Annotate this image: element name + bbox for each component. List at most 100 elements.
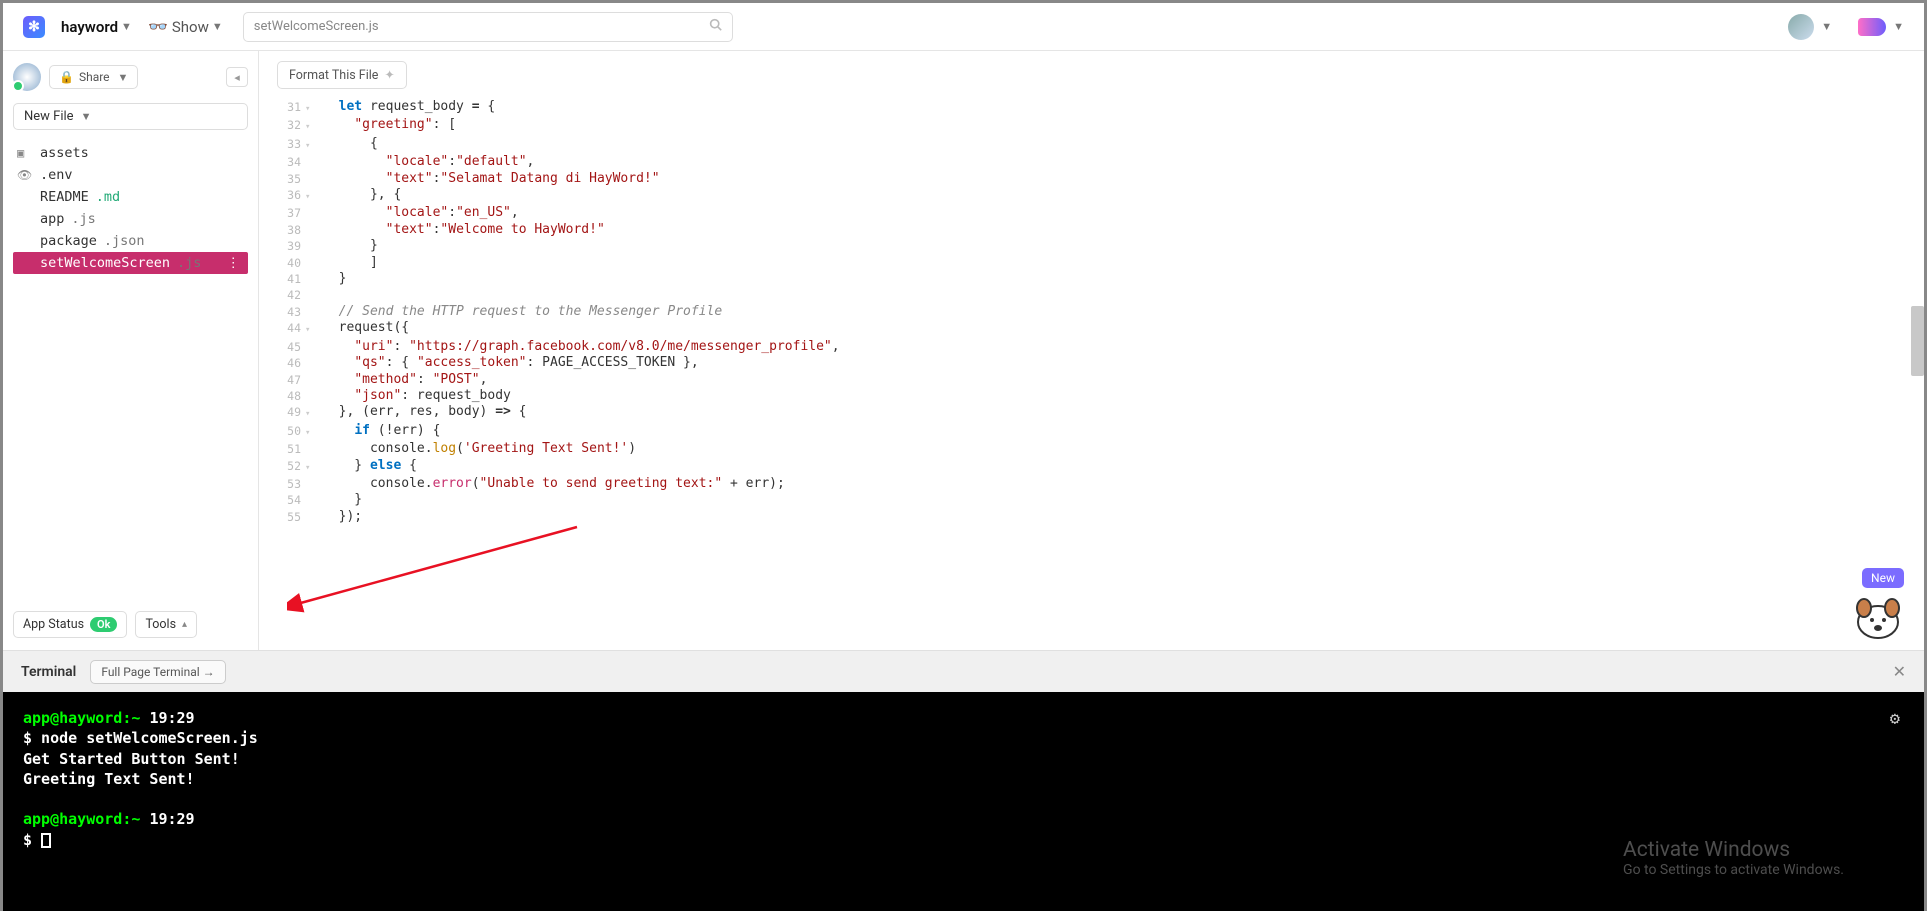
file-item-package-json[interactable]: package.json (13, 230, 248, 252)
scrollbar-thumb[interactable] (1911, 306, 1924, 376)
code-line: 37 "locale":"en_US", (263, 205, 1924, 221)
fold-icon (305, 509, 317, 525)
code-line: 44▾ request({ (263, 320, 1924, 338)
search-value: setWelcomeScreen.js (254, 19, 709, 34)
fold-icon[interactable]: ▾ (305, 187, 317, 205)
glitch-fish-menu[interactable]: ▼ (1858, 18, 1904, 36)
terminal-line: app@hayword:~ 19:29 (23, 809, 1904, 829)
line-number: 41 (263, 271, 305, 287)
status-ok-badge: Ok (90, 617, 117, 632)
tools-button[interactable]: Tools ▴ (135, 611, 197, 638)
fold-icon (305, 339, 317, 355)
fold-icon[interactable]: ▾ (305, 136, 317, 154)
new-badge[interactable]: New (1862, 568, 1904, 588)
file-ext: .js (177, 255, 201, 271)
fold-icon (305, 492, 317, 508)
code-line: 47 "method": "POST", (263, 372, 1924, 388)
avatar-icon (1788, 14, 1814, 40)
code-line: 53 console.error("Unable to send greetin… (263, 476, 1924, 492)
file-item--env[interactable]: 👁.env (13, 164, 248, 186)
code-text: "text":"Welcome to HayWord!" (317, 222, 605, 238)
fold-icon[interactable]: ▾ (305, 404, 317, 422)
terminal-line: Get Started Button Sent! (23, 749, 1904, 769)
share-button[interactable]: 🔒 Share ▼ (49, 65, 138, 89)
app-status-button[interactable]: App Status Ok (13, 611, 127, 638)
terminal-header: Terminal Full Page Terminal → ✕ (3, 650, 1924, 692)
code-text: } (317, 492, 362, 508)
collapse-sidebar-button[interactable]: ◂ (226, 67, 248, 87)
close-terminal-button[interactable]: ✕ (1893, 662, 1906, 681)
code-text: ] (317, 255, 378, 271)
fold-icon (305, 171, 317, 187)
code-editor[interactable]: 31▾ let request_body = {32▾ "greeting": … (259, 99, 1924, 650)
project-avatar[interactable] (13, 63, 41, 91)
project-name: hayword (61, 18, 118, 36)
fold-icon (305, 154, 317, 170)
mascot-icon[interactable] (1850, 588, 1906, 644)
project-selector[interactable]: hayword ▼ (61, 18, 132, 36)
file-name: setWelcomeScreen (40, 255, 170, 271)
code-text: console.error("Unable to send greeting t… (317, 476, 785, 492)
fold-icon (305, 287, 317, 303)
terminal-line (23, 789, 1904, 809)
code-line: 42 (263, 287, 1924, 303)
code-text: } (317, 271, 346, 287)
terminal[interactable]: ⚙ app@hayword:~ 19:29$ node setWelcomeSc… (3, 692, 1924, 911)
code-line: 41 } (263, 271, 1924, 287)
code-line: 34 "locale":"default", (263, 154, 1924, 170)
sunglasses-icon: 👓 (148, 17, 168, 36)
user-avatar-menu[interactable]: ▼ (1788, 14, 1832, 40)
folder-icon: ▣ (17, 146, 33, 160)
show-button[interactable]: 👓 Show ▼ (148, 17, 223, 36)
fold-icon (305, 222, 317, 238)
line-number: 43 (263, 304, 305, 320)
glitch-logo-icon[interactable]: ✻ (23, 16, 45, 38)
file-menu-icon[interactable]: ⋮ (227, 255, 245, 271)
fold-icon[interactable]: ▾ (305, 99, 317, 117)
watermark-title: Activate Windows (1623, 838, 1844, 862)
format-file-button[interactable]: Format This File ✦ (277, 61, 407, 89)
terminal-title: Terminal (21, 664, 76, 680)
terminal-line: Greeting Text Sent! (23, 769, 1904, 789)
search-icon (709, 18, 722, 35)
file-name: app (40, 211, 64, 227)
eye-icon: 👁 (17, 168, 33, 182)
line-number: 37 (263, 205, 305, 221)
chevron-down-icon: ▼ (1893, 20, 1904, 33)
file-item-assets[interactable]: ▣assets (13, 142, 248, 164)
fold-icon[interactable]: ▾ (305, 458, 317, 476)
code-text: }, { (317, 187, 401, 205)
code-line: 39 } (263, 238, 1924, 254)
terminal-settings-button[interactable]: ⚙ (1890, 708, 1900, 731)
code-text: request({ (317, 320, 409, 338)
file-name: package (40, 233, 97, 249)
new-file-button[interactable]: New File ▼ (13, 103, 248, 130)
format-label: Format This File (289, 68, 378, 83)
line-number: 34 (263, 154, 305, 170)
line-number: 48 (263, 388, 305, 404)
code-text: }); (317, 509, 362, 525)
file-item-app-js[interactable]: app.js (13, 208, 248, 230)
terminal-cursor (41, 833, 51, 848)
code-text: if (!err) { (317, 423, 440, 441)
line-number: 45 (263, 339, 305, 355)
full-page-terminal-button[interactable]: Full Page Terminal → (90, 660, 225, 684)
code-text: { (317, 136, 378, 154)
fold-icon[interactable]: ▾ (305, 320, 317, 338)
code-text: "qs": { "access_token": PAGE_ACCESS_TOKE… (317, 355, 699, 371)
code-text: let request_body = { (317, 99, 495, 117)
fold-icon[interactable]: ▾ (305, 423, 317, 441)
search-input[interactable]: setWelcomeScreen.js (243, 12, 733, 42)
code-text (317, 287, 323, 303)
line-number: 39 (263, 238, 305, 254)
file-item-README-md[interactable]: README.md (13, 186, 248, 208)
chevron-down-icon: ▼ (118, 71, 129, 84)
code-line: 49▾ }, (err, res, body) => { (263, 404, 1924, 422)
line-number: 38 (263, 222, 305, 238)
fold-icon[interactable]: ▾ (305, 117, 317, 135)
chevron-down-icon: ▼ (121, 20, 132, 33)
code-text: } (317, 238, 378, 254)
fold-icon (305, 304, 317, 320)
code-line: 43 // Send the HTTP request to the Messe… (263, 304, 1924, 320)
file-item-setWelcomeScreen-js[interactable]: setWelcomeScreen .js ⋮ (13, 252, 248, 274)
